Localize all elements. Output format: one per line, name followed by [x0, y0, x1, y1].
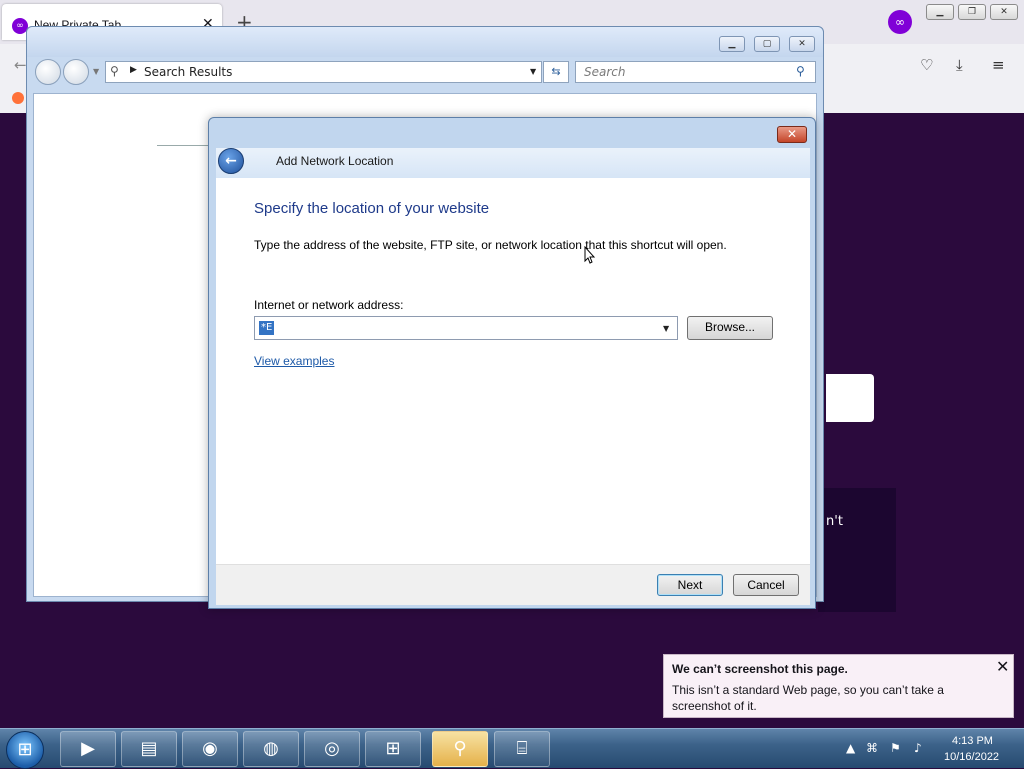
notification-title: We can’t screenshot this page.: [672, 662, 848, 676]
explorer-maximize-button[interactable]: ▢: [754, 36, 780, 52]
magnifier-icon[interactable]: ⚲: [432, 731, 488, 767]
partial-text: n't: [826, 514, 843, 529]
search-card: [826, 374, 874, 422]
media-player-icon[interactable]: ▶: [60, 731, 116, 767]
close-icon[interactable]: ✕: [996, 657, 1009, 676]
screenshot-notification: We can’t screenshot this page. This isn’…: [663, 654, 1014, 718]
notification-message: This isn’t a standard Web page, so you c…: [672, 683, 944, 713]
dialog-footer: Next Cancel: [216, 564, 810, 605]
search-placeholder: Search: [584, 65, 626, 79]
start-button[interactable]: ⊞: [6, 731, 44, 769]
search-folder-icon: ⚲: [110, 64, 119, 78]
clock-date[interactable]: 10/16/2022: [944, 751, 999, 763]
dialog-content: Specify the location of your website Typ…: [216, 178, 810, 564]
address-history-dropdown-icon[interactable]: ▼: [663, 324, 669, 333]
chrome-icon[interactable]: ◎: [304, 731, 360, 767]
search-icon[interactable]: ⚲: [796, 64, 805, 78]
windows-update-icon[interactable]: ⊞: [365, 731, 421, 767]
address-label: Internet or network address:: [254, 298, 404, 312]
close-button[interactable]: ✕: [990, 4, 1018, 20]
pocket-icon[interactable]: ♡: [920, 56, 933, 74]
minimize-button[interactable]: ▁: [926, 4, 954, 20]
firefox-icon[interactable]: ◍: [243, 731, 299, 767]
private-browsing-badge-icon: ∞: [888, 10, 912, 34]
page-heading: Specify the location of your website: [254, 200, 490, 217]
page-description: Type the address of the website, FTP sit…: [254, 238, 727, 252]
refresh-icon[interactable]: ⇆: [543, 61, 569, 83]
address-dropdown-icon[interactable]: ▼: [530, 67, 536, 76]
explorer-forward-button[interactable]: [63, 59, 89, 85]
taskbar: ⊞ ▶ ▤ ◉ ◍ ◎ ⊞ ⚲ ⌸ ▲ ⌘ ⚑ ♪ 4:13 PM 10/16/…: [0, 728, 1024, 769]
dialog-title: Add Network Location: [276, 154, 394, 168]
network-icon[interactable]: ⌘: [866, 741, 878, 755]
explorer-titlebar: ▁ ▢ ✕: [27, 27, 823, 57]
view-examples-link[interactable]: View examples: [254, 354, 334, 368]
downloads-icon[interactable]: ⤓: [956, 56, 963, 74]
back-arrow-icon[interactable]: ←: [14, 56, 27, 74]
add-network-location-dialog: ✕ ← Add Network Location Specify the loc…: [208, 117, 816, 609]
firefox-bookmark-icon[interactable]: [12, 92, 24, 104]
explorer-close-button[interactable]: ✕: [789, 36, 815, 52]
file-explorer-icon[interactable]: ▤: [121, 731, 177, 767]
dialog-close-button[interactable]: ✕: [777, 126, 807, 143]
network-address-field[interactable]: *E ▼: [254, 316, 678, 340]
back-arrow-icon[interactable]: ←: [218, 148, 244, 174]
address-bar[interactable]: ⚲ ▶ Search Results ▼: [105, 61, 542, 83]
explorer-back-button[interactable]: [35, 59, 61, 85]
network-app-icon[interactable]: ⌸: [494, 731, 550, 767]
search-input[interactable]: Search ⚲: [575, 61, 816, 83]
recent-pages-dropdown-icon[interactable]: ▼: [93, 67, 99, 76]
clock-time[interactable]: 4:13 PM: [952, 735, 993, 747]
avast-icon[interactable]: ◉: [182, 731, 238, 767]
action-center-icon[interactable]: ⚑: [890, 741, 901, 755]
dialog-header: ← Add Network Location: [216, 148, 810, 178]
volume-icon[interactable]: ♪: [914, 741, 922, 755]
browse-button[interactable]: Browse...: [687, 316, 773, 340]
explorer-minimize-button[interactable]: ▁: [719, 36, 745, 52]
restore-button[interactable]: ❐: [958, 4, 986, 20]
next-button[interactable]: Next: [657, 574, 723, 596]
menu-icon[interactable]: ≡: [992, 56, 1005, 74]
info-card: [818, 488, 896, 612]
cancel-button[interactable]: Cancel: [733, 574, 799, 596]
mouse-cursor-icon: [584, 246, 596, 264]
network-address-value[interactable]: *E: [259, 321, 275, 335]
breadcrumb-search-results[interactable]: Search Results: [144, 65, 232, 79]
breadcrumb-arrow-icon[interactable]: ▶: [130, 65, 137, 75]
show-hidden-icons-icon[interactable]: ▲: [846, 741, 855, 755]
